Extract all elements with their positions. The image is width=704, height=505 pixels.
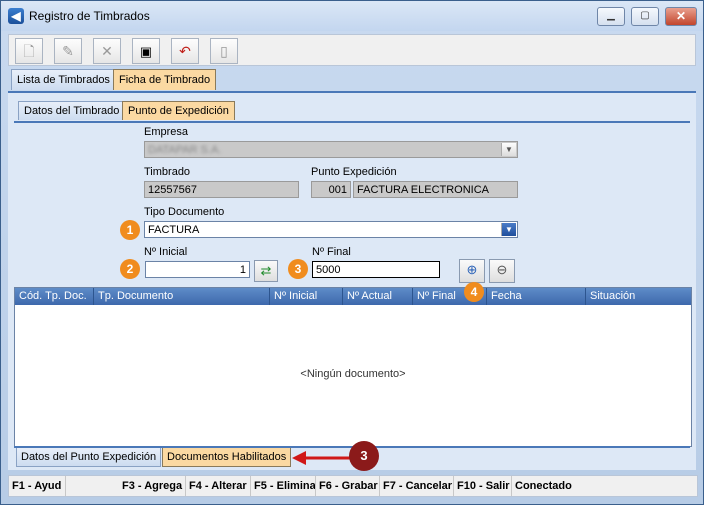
minimize-icon: ▁ — [607, 10, 615, 21]
close-icon: ✕ — [675, 9, 687, 23]
status-f4-edit: F4 - Alterar — [186, 476, 251, 496]
exit-button[interactable]: ▯ — [210, 38, 238, 64]
ficha-panel: Datos del Timbrado Punto de Expedición E… — [8, 93, 696, 471]
nro-inicial-label: Nº Inicial — [144, 246, 188, 258]
close-button[interactable]: ✕ — [665, 7, 697, 26]
tab-documentos-habilitados[interactable]: Documentos Habilitados — [162, 448, 292, 467]
column-header[interactable]: Cód. Tp. Doc. — [15, 288, 94, 305]
column-header[interactable]: Situación — [586, 288, 691, 305]
window-title: Registro de Timbrados — [29, 9, 150, 23]
empresa-value: DATAPAR S.A. — [148, 144, 222, 156]
status-f6-save: F6 - Grabar — [316, 476, 380, 496]
remove-icon: ⊖ — [496, 262, 508, 277]
exit-icon: ▯ — [220, 43, 228, 59]
sub-tab-bar: Datos del Timbrado Punto de Expedición — [14, 99, 690, 123]
status-bar: F1 - Ayud F3 - Agrega F4 - Alterar F5 - … — [8, 475, 698, 497]
undo-button[interactable]: ↶ — [171, 38, 199, 64]
column-header[interactable]: Fecha — [487, 288, 586, 305]
callout-badge-3-bottom: 3 — [349, 441, 379, 471]
callout-badge-1: 1 — [120, 220, 140, 240]
grid-header: Cód. Tp. Doc. Tp. Documento Nº Inicial N… — [15, 288, 691, 305]
punto-code-field: 001 — [311, 181, 351, 198]
tipo-documento-select[interactable]: FACTURA ▼ — [144, 221, 518, 238]
status-f3-add: F3 - Agrega — [119, 476, 186, 496]
toolbar: 🗋 ✎ ✕ ▣ ↶ ▯ — [8, 34, 696, 66]
refresh-icon: ⇄ — [260, 263, 272, 278]
status-f10-exit: F10 - Salir — [454, 476, 512, 496]
edit-button[interactable]: ✎ — [54, 38, 82, 64]
app-logo-icon: ◀ — [8, 8, 24, 24]
nro-inicial-input[interactable]: 1 — [145, 261, 250, 278]
main-tab-bar: Lista de Timbrados Ficha de Timbrado — [8, 69, 696, 93]
grid-empty-message: <Ningún documento> — [300, 368, 406, 380]
callout-badge-2: 2 — [120, 259, 140, 279]
add-document-button[interactable]: ⊕ — [459, 259, 485, 283]
delete-button[interactable]: ✕ — [93, 38, 121, 64]
nro-final-label: Nº Final — [312, 246, 351, 258]
new-button[interactable]: 🗋 — [15, 38, 43, 64]
arrow-annotation — [292, 451, 350, 465]
column-header[interactable]: Nº Actual — [343, 288, 413, 305]
chevron-down-icon: ▼ — [501, 143, 516, 156]
chevron-down-icon: ▼ — [501, 223, 516, 236]
tab-lista-timbrados[interactable]: Lista de Timbrados — [11, 69, 116, 90]
maximize-icon: ▢ — [640, 10, 650, 21]
save-icon: ▣ — [139, 44, 153, 59]
nro-final-input[interactable]: 5000 — [312, 261, 440, 278]
new-icon: 🗋 — [23, 43, 35, 59]
status-f5-delete: F5 - Elimina — [251, 476, 316, 496]
status-spacer — [66, 476, 123, 496]
minimize-button[interactable]: ▁ — [597, 7, 625, 26]
undo-icon: ↶ — [179, 43, 191, 59]
tab-datos-punto-expedicion[interactable]: Datos del Punto Expedición — [16, 448, 162, 467]
maximize-button[interactable]: ▢ — [631, 7, 659, 26]
title-bar: ◀ Registro de Timbrados ▁ ▢ ✕ — [1, 1, 703, 31]
tab-datos-timbrado[interactable]: Datos del Timbrado — [18, 101, 126, 120]
tab-punto-expedicion[interactable]: Punto de Expedición — [122, 101, 235, 120]
callout-badge-3: 3 — [288, 259, 308, 279]
timbrado-field: 12557567 — [144, 181, 299, 198]
save-button[interactable]: ▣ — [132, 38, 160, 64]
delete-icon: ✕ — [101, 43, 113, 59]
add-icon: ⊕ — [466, 262, 478, 277]
punto-expedicion-label: Punto Expedición — [311, 166, 397, 178]
refresh-button[interactable]: ⇄ — [254, 260, 278, 282]
tipo-documento-value: FACTURA — [148, 224, 200, 236]
app-window: ◀ Registro de Timbrados ▁ ▢ ✕ 🗋 ✎ ✕ ▣ ↶ … — [0, 0, 704, 505]
timbrado-label: Timbrado — [144, 166, 191, 178]
column-header[interactable]: Tp. Documento — [94, 288, 270, 305]
documents-grid: Cód. Tp. Doc. Tp. Documento Nº Inicial N… — [14, 287, 692, 447]
status-f1-help: F1 - Ayud — [9, 476, 66, 496]
remove-document-button[interactable]: ⊖ — [489, 259, 515, 283]
tipo-documento-label: Tipo Documento — [144, 206, 225, 218]
empresa-select[interactable]: DATAPAR S.A. ▼ — [144, 141, 518, 158]
empresa-label: Empresa — [144, 126, 189, 138]
arrow-head-icon — [292, 451, 306, 465]
column-header[interactable]: Nº Inicial — [270, 288, 343, 305]
edit-icon: ✎ — [62, 43, 74, 59]
status-f7-cancel: F7 - Cancelar — [380, 476, 454, 496]
punto-name-field: FACTURA ELECTRONICA — [353, 181, 518, 198]
tab-ficha-timbrado[interactable]: Ficha de Timbrado — [113, 69, 217, 90]
status-connection: Conectado — [515, 480, 572, 492]
callout-badge-4: 4 — [464, 282, 484, 302]
